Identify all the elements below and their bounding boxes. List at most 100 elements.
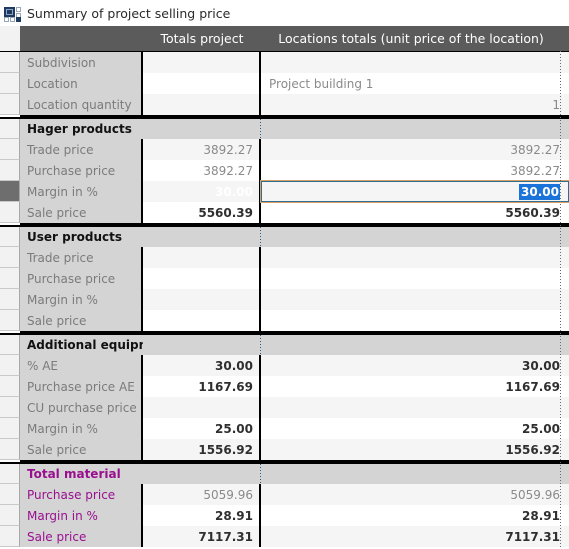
row-label: Trade price: [20, 139, 143, 160]
row-selector[interactable]: [0, 439, 20, 460]
grid-body: Subdivision Location Project building 1 Loc…: [0, 52, 569, 547]
row-label: Total material: [20, 464, 143, 484]
row-selector[interactable]: [0, 268, 20, 289]
cell-locations-totals[interactable]: 1167.69: [261, 376, 569, 397]
row-selector[interactable]: [0, 94, 20, 115]
cell-locations-totals[interactable]: 7117.31: [261, 526, 569, 547]
table-row: Sale price 5560.39 5560.39: [0, 202, 569, 223]
grid-squares-icon: [4, 6, 21, 22]
cell-locations-totals[interactable]: 30.00: [261, 355, 569, 376]
cell-totals-project[interactable]: 1556.92: [143, 439, 261, 460]
cell-totals-project[interactable]: 7117.31: [143, 526, 261, 547]
row-selector[interactable]: [0, 139, 20, 160]
row-selector[interactable]: [0, 52, 20, 73]
cell-totals-project[interactable]: [143, 397, 261, 418]
row-label: Margin in %: [20, 289, 143, 310]
row-label: % AE: [20, 355, 143, 376]
cell-locations-totals[interactable]: [261, 268, 569, 289]
row-label: Additional equipment: [20, 335, 143, 355]
cell-totals-project[interactable]: [143, 310, 261, 331]
row-label: Margin in %: [20, 181, 143, 202]
cell-locations-totals[interactable]: [261, 52, 569, 73]
row-label: Location: [20, 73, 143, 94]
table-row: Trade price 3892.27 3892.27: [0, 139, 569, 160]
row-label: Purchase price: [20, 268, 143, 289]
cell-totals-project[interactable]: 3892.27: [143, 160, 261, 181]
row-selector[interactable]: [0, 247, 20, 268]
window-titlebar: Summary of project selling price: [0, 0, 569, 26]
cell-totals-project[interactable]: [143, 94, 261, 115]
row-selector[interactable]: [0, 505, 20, 526]
cell-locations-totals[interactable]: 1: [261, 94, 569, 115]
row-label: Trade price: [20, 247, 143, 268]
cell-locations-totals[interactable]: 28.91: [261, 505, 569, 526]
row-selector[interactable]: [0, 227, 20, 247]
row-label: Margin in %: [20, 505, 143, 526]
cell-locations-totals[interactable]: 5059.96: [261, 484, 569, 505]
cell-totals-project[interactable]: [143, 73, 261, 94]
table-row: Location quantity 1: [0, 94, 569, 115]
column-header-locations-totals[interactable]: Locations totals (unit price of the loca…: [261, 31, 569, 46]
row-selector[interactable]: [0, 418, 20, 439]
cell-totals-project[interactable]: 3892.27: [143, 139, 261, 160]
row-selector[interactable]: [0, 289, 20, 310]
cell-locations-totals[interactable]: Project building 1: [261, 73, 569, 94]
cell-locations-totals[interactable]: 5560.39: [261, 202, 569, 223]
cell-locations-totals[interactable]: [261, 310, 569, 331]
cell-locations-totals-editing[interactable]: 30.00: [260, 180, 569, 203]
cell-totals-project[interactable]: [143, 268, 261, 289]
cell-totals-project[interactable]: 5560.39: [143, 202, 261, 223]
cell-totals-project[interactable]: [143, 289, 261, 310]
cell-totals-project[interactable]: 28.91: [143, 505, 261, 526]
cell-locations-totals[interactable]: [261, 247, 569, 268]
row-label: Hager products: [20, 119, 143, 139]
cell-totals-project: [143, 227, 261, 247]
cell-totals-project-selected[interactable]: 30.00: [143, 181, 261, 202]
table-row: Margin in % 30.00 30.00: [0, 180, 569, 203]
summary-grid: Totals project Locations totals (unit pr…: [0, 26, 569, 547]
table-row: Margin in % 28.91 28.91: [0, 505, 569, 526]
row-label: CU purchase price: [20, 397, 143, 418]
row-selector[interactable]: [0, 355, 20, 376]
row-selector[interactable]: [0, 310, 20, 331]
table-row: Sale price 7117.31 7117.31: [0, 526, 569, 547]
row-selector[interactable]: [0, 160, 20, 181]
row-label: Margin in %: [20, 418, 143, 439]
cell-locations-totals[interactable]: 1556.92: [261, 439, 569, 460]
cell-locations-totals[interactable]: 3892.27: [261, 139, 569, 160]
row-selector[interactable]: [0, 335, 20, 355]
row-selector[interactable]: [0, 376, 20, 397]
row-selector[interactable]: [0, 464, 20, 484]
cell-totals-project[interactable]: [143, 52, 261, 73]
section-header-row: Additional equipment: [0, 333, 569, 355]
cell-locations-totals[interactable]: 3892.27: [261, 160, 569, 181]
cell-totals-project[interactable]: 5059.96: [143, 484, 261, 505]
cell-locations-totals: [261, 335, 569, 355]
table-row: CU purchase price: [0, 397, 569, 418]
table-row: Purchase price 3892.27 3892.27: [0, 160, 569, 181]
table-row: Sale price: [0, 310, 569, 331]
table-row: Purchase price 5059.96 5059.96: [0, 484, 569, 505]
row-selector-selected[interactable]: [0, 181, 20, 202]
row-selector[interactable]: [0, 73, 20, 94]
row-label: Subdivision: [20, 52, 143, 73]
cell-locations-totals[interactable]: [261, 397, 569, 418]
row-selector[interactable]: [0, 397, 20, 418]
cell-locations-totals: [261, 227, 569, 247]
column-header-totals-project[interactable]: Totals project: [143, 31, 261, 46]
cell-locations-totals[interactable]: 25.00: [261, 418, 569, 439]
cell-totals-project[interactable]: 30.00: [143, 355, 261, 376]
cell-locations-totals[interactable]: [261, 289, 569, 310]
row-selector[interactable]: [0, 202, 20, 223]
row-label: User products: [20, 227, 143, 247]
row-label: Purchase price: [20, 484, 143, 505]
cell-totals-project[interactable]: [143, 247, 261, 268]
grid-column-header: Totals project Locations totals (unit pr…: [0, 26, 569, 52]
row-selector[interactable]: [0, 484, 20, 505]
cell-totals-project[interactable]: 1167.69: [143, 376, 261, 397]
column-header-gutter: [0, 26, 20, 51]
row-label: Purchase price AE: [20, 376, 143, 397]
cell-totals-project[interactable]: 25.00: [143, 418, 261, 439]
row-selector[interactable]: [0, 526, 20, 547]
row-selector[interactable]: [0, 119, 20, 139]
